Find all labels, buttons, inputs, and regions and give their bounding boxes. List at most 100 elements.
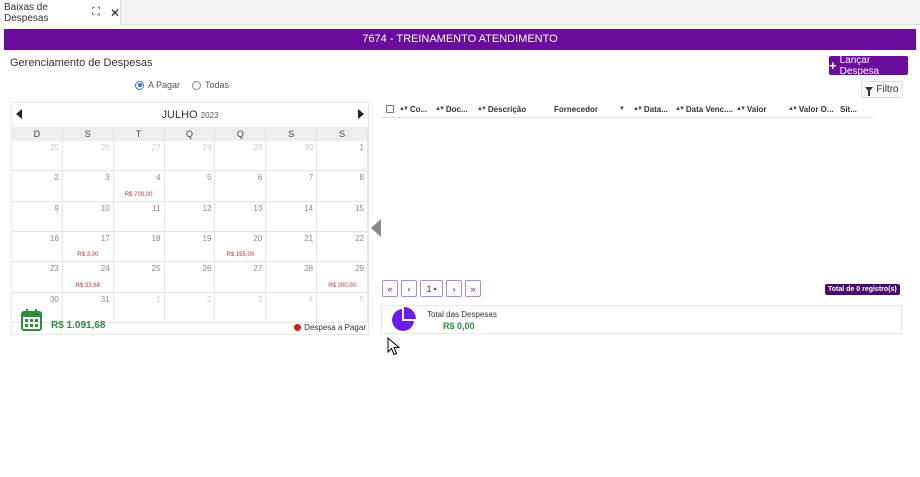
calendar-day[interactable]: 8 [317, 171, 368, 202]
column-header[interactable]: ▲▼ Data Venc.... [675, 105, 736, 114]
calendar-day[interactable]: 16 [12, 232, 63, 263]
calendar-day[interactable]: 26 [62, 141, 114, 172]
calendar-day[interactable]: 18 [113, 232, 165, 263]
calendar-day[interactable]: 1 [317, 141, 368, 172]
sort-icon: ▲▼ [435, 106, 445, 112]
filter-button[interactable]: Filtro [861, 81, 903, 98]
column-header[interactable]: ▲▼ Data... [633, 105, 675, 114]
calendar-day[interactable]: 4 R$ 700,00 [113, 171, 165, 202]
add-expense-button[interactable]: + Lançar Despesa [829, 54, 908, 77]
calendar-month: JULHO [161, 109, 198, 121]
last-page-button[interactable]: » [465, 280, 481, 297]
calendar-day[interactable]: 19 [164, 232, 216, 263]
column-header[interactable]: ▲▼ Co... [399, 105, 435, 114]
day-number: 19 [202, 234, 212, 243]
calendar-day[interactable]: 30 [266, 141, 318, 172]
close-icon[interactable]: ✕ [110, 6, 120, 20]
day-number: 30 [49, 294, 59, 304]
calendar-day[interactable]: 13 [215, 201, 267, 232]
tab-baixas-de-despesas[interactable]: Baixas de Despesas ⛶ ✕ [0, 0, 121, 25]
day-expense-amount[interactable]: R$ 155,00 [215, 252, 265, 258]
day-number: 4 [308, 294, 314, 304]
next-page-button[interactable]: › [446, 280, 462, 297]
calendar-day[interactable]: 5 [164, 171, 216, 202]
calendar-day[interactable]: 11 [113, 201, 165, 232]
pagination: « ‹ 1 ▴ › » [382, 280, 481, 297]
day-number: 28 [304, 264, 314, 274]
sort-icon: ▲▼ [399, 106, 409, 112]
column-header[interactable]: ▲▼ Valor [736, 105, 788, 114]
mouse-cursor-icon [387, 337, 401, 356]
calendar-day[interactable]: 25 [113, 262, 165, 293]
calendar-day[interactable]: 20 R$ 155,00 [215, 232, 267, 263]
day-number: 2 [54, 173, 59, 183]
calendar-day[interactable]: 27 [113, 141, 165, 172]
day-number: 31 [100, 294, 110, 304]
day-expense-amount[interactable]: R$ 33,68 [63, 283, 113, 289]
calendar-day[interactable]: 21 [266, 232, 318, 263]
page-number: 1 [426, 283, 432, 294]
day-number: 18 [151, 234, 161, 243]
calendar-day[interactable]: 15 [317, 201, 368, 232]
calendar-day[interactable]: 9 [12, 201, 63, 232]
collapse-panel-icon[interactable] [371, 219, 381, 237]
calendar-day[interactable]: 28 [266, 262, 318, 293]
column-header[interactable]: Sit... [840, 105, 870, 114]
day-number: 11 [152, 203, 161, 213]
day-number: 1 [156, 294, 161, 304]
radio-todas-label: Todas [205, 80, 230, 90]
calendar-day[interactable]: 17 R$ 3,00 [62, 232, 114, 263]
calendar-day[interactable]: 3 [62, 171, 114, 202]
calendar-day[interactable]: 28 [164, 141, 216, 172]
calendar-header: JULHO 2023 [12, 103, 368, 127]
first-page-button[interactable]: « [382, 280, 398, 297]
day-expense-amount[interactable]: R$ 3,00 [63, 252, 113, 258]
column-label: Doc... [445, 104, 468, 114]
calendar-day[interactable]: 22 [317, 232, 368, 263]
plus-icon: + [829, 57, 837, 73]
calendar-day[interactable]: 12 [164, 201, 216, 232]
column-label: Valor O... [798, 104, 834, 114]
day-number: 25 [151, 264, 161, 274]
expense-summary: Total das Despesas R$ 0,00 [381, 305, 902, 334]
day-number: 6 [257, 173, 263, 183]
sort-icon: ▲▼ [633, 106, 643, 112]
weekday-row: DSTQQSS [12, 127, 368, 141]
calendar-day[interactable]: 6 [215, 171, 267, 202]
day-expense-amount[interactable]: R$ 700,00 [114, 192, 164, 198]
calendar-day[interactable]: 29 R$ 200,00 [317, 262, 368, 293]
next-month-icon[interactable] [358, 109, 364, 119]
calendar-day[interactable]: 2 [12, 171, 63, 202]
day-expense-amount[interactable]: R$ 200,00 [317, 283, 367, 289]
expand-icon[interactable]: ⛶ [92, 6, 100, 19]
column-header[interactable]: Fornecedor ▼ [554, 105, 633, 114]
calendar-day[interactable]: 29 [215, 141, 267, 172]
calendar-day[interactable]: 24 R$ 33,68 [62, 262, 114, 293]
select-all-checkbox[interactable] [386, 105, 394, 113]
page-select[interactable]: 1 ▴ [420, 280, 443, 297]
calendar-day[interactable]: 7 [266, 171, 318, 202]
sort-icon: ▲▼ [788, 106, 798, 112]
tab-strip: Baixas de Despesas ⛶ ✕ [0, 0, 920, 25]
day-number: 26 [202, 264, 212, 274]
radio-a-pagar[interactable] [135, 80, 144, 90]
pie-chart-icon [392, 307, 416, 331]
radio-todas[interactable] [192, 80, 202, 90]
column-header[interactable]: ▲▼ Valor O... [788, 105, 840, 114]
day-number: 12 [202, 203, 212, 213]
calendar-day[interactable]: 14 [266, 201, 318, 232]
filter-label: Filtro [876, 84, 899, 95]
column-header[interactable]: ▲▼ Descrição [477, 105, 554, 114]
add-expense-label: Lançar Despesa [839, 54, 880, 77]
column-header[interactable]: ▲▼ Doc... [435, 105, 477, 114]
calendar-day[interactable]: 10 [62, 201, 114, 232]
calendar-day[interactable]: 25 [12, 141, 63, 172]
prev-page-button[interactable]: ‹ [401, 280, 417, 297]
column-label: Fornecedor [554, 104, 599, 114]
column-label: Descrição [487, 104, 527, 114]
calendar-day[interactable]: 23 [12, 262, 63, 293]
day-number: 10 [100, 203, 110, 213]
calendar-day[interactable]: 27 [215, 262, 267, 293]
day-number: 21 [304, 234, 314, 243]
calendar-day[interactable]: 26 [164, 262, 216, 293]
